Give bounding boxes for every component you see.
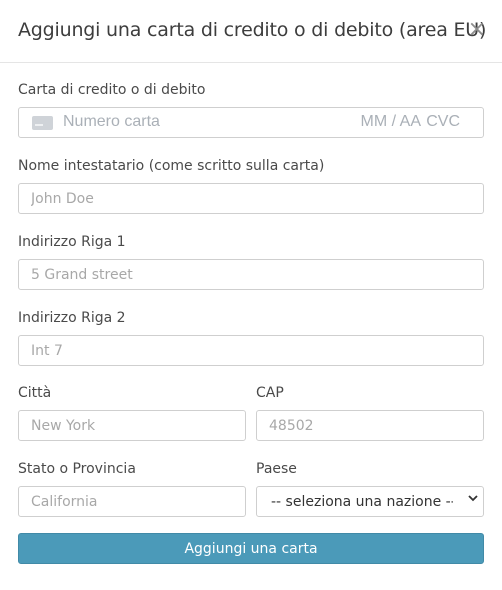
zip-label: CAP: [256, 385, 284, 401]
zip-field[interactable]: [256, 410, 484, 441]
card-label: Carta di credito o di debito: [18, 82, 206, 98]
name-field[interactable]: [18, 183, 484, 214]
city-label: Città: [18, 385, 52, 401]
country-label: Paese: [256, 461, 297, 477]
add-card-dialog: Aggiungi una carta di credito o di debit…: [0, 0, 502, 590]
country-select[interactable]: -- seleziona una nazione --: [256, 486, 484, 517]
card-input[interactable]: Numero carta MM / AA CVC: [18, 107, 484, 138]
state-label: Stato o Provincia: [18, 461, 136, 477]
dialog-title: Aggiungi una carta di credito o di debit…: [18, 19, 487, 41]
add-card-button[interactable]: Aggiungi una carta: [18, 533, 484, 564]
close-icon[interactable]: ×: [468, 18, 486, 42]
address1-label: Indirizzo Riga 1: [18, 234, 126, 250]
address2-field[interactable]: [18, 335, 484, 366]
city-field[interactable]: [18, 410, 246, 441]
card-expiry-placeholder[interactable]: MM / AA: [361, 113, 421, 131]
country-select-wrapper[interactable]: -- seleziona una nazione --: [256, 486, 484, 517]
address2-label: Indirizzo Riga 2: [18, 310, 126, 326]
card-cvc-placeholder[interactable]: CVC: [426, 113, 460, 131]
credit-card-icon: [32, 116, 53, 130]
name-label: Nome intestatario (come scritto sulla ca…: [18, 158, 325, 174]
card-number-placeholder[interactable]: Numero carta: [63, 113, 160, 131]
state-field[interactable]: [18, 486, 246, 517]
address1-field[interactable]: [18, 259, 484, 290]
dialog-header: Aggiungi una carta di credito o di debit…: [0, 0, 502, 63]
